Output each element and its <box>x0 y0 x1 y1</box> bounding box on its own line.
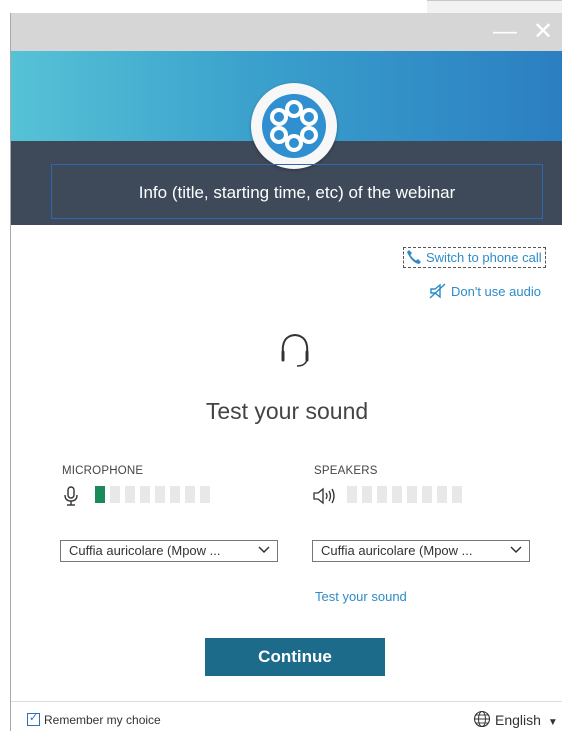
level-segment <box>155 486 165 503</box>
phone-icon <box>407 250 421 264</box>
speaker-muted-icon <box>429 283 446 299</box>
level-segment <box>362 486 372 503</box>
flower-logo-icon <box>251 83 337 169</box>
speakers-level-meter <box>347 486 462 504</box>
speakers-device-value: Cuffia auricolare (Mpow ... <box>321 543 473 558</box>
language-value: English <box>495 712 541 728</box>
level-segment <box>347 486 357 503</box>
level-segment <box>407 486 417 503</box>
background-window-edge <box>427 0 562 13</box>
dont-use-audio-link[interactable]: Don't use audio <box>429 283 541 299</box>
level-segment <box>452 486 462 503</box>
level-segment <box>392 486 402 503</box>
speakers-device-select[interactable]: Cuffia auricolare (Mpow ... <box>312 540 530 562</box>
speakers-label: SPEAKERS <box>314 465 378 477</box>
level-segment <box>125 486 135 503</box>
caret-down-icon: ▼ <box>547 717 558 728</box>
webinar-info: Info (title, starting time, etc) of the … <box>51 164 543 219</box>
level-segment <box>110 486 120 503</box>
level-segment <box>377 486 387 503</box>
minimize-button[interactable]: — <box>488 13 522 51</box>
title-bar[interactable]: — ✕ <box>11 13 562 51</box>
headset-icon <box>281 333 309 367</box>
remember-choice[interactable]: Remember my choice <box>27 711 161 727</box>
test-sound-link[interactable]: Test your sound <box>315 589 407 604</box>
level-segment <box>140 486 150 503</box>
page-title: Test your sound <box>205 398 369 424</box>
speaker-icon <box>313 487 335 505</box>
chevron-down-icon <box>510 546 522 554</box>
language-selector[interactable]: English ▼ <box>473 710 558 728</box>
close-button[interactable]: ✕ <box>526 13 560 51</box>
level-segment <box>185 486 195 503</box>
microphone-level-meter <box>95 486 210 504</box>
level-segment <box>437 486 447 503</box>
microphone-device-value: Cuffia auricolare (Mpow ... <box>69 543 221 558</box>
level-segment <box>200 486 210 503</box>
microphone-device-select[interactable]: Cuffia auricolare (Mpow ... <box>60 540 278 562</box>
globe-icon <box>473 710 491 728</box>
remember-label: Remember my choice <box>44 713 161 727</box>
level-segment <box>95 486 105 503</box>
audio-setup-window: — ✕ Info (title, starting time, etc) of … <box>10 13 562 731</box>
switch-to-phone-link[interactable]: Switch to phone call <box>403 247 546 268</box>
continue-button[interactable]: Continue <box>205 638 385 676</box>
remember-checkbox[interactable] <box>27 711 40 726</box>
microphone-icon <box>64 486 78 506</box>
level-segment <box>422 486 432 503</box>
level-segment <box>170 486 180 503</box>
dont-use-audio-label: Don't use audio <box>451 284 541 299</box>
microphone-label: MICROPHONE <box>62 465 144 477</box>
switch-to-phone-label: Switch to phone call <box>426 250 542 265</box>
chevron-down-icon <box>258 546 270 554</box>
